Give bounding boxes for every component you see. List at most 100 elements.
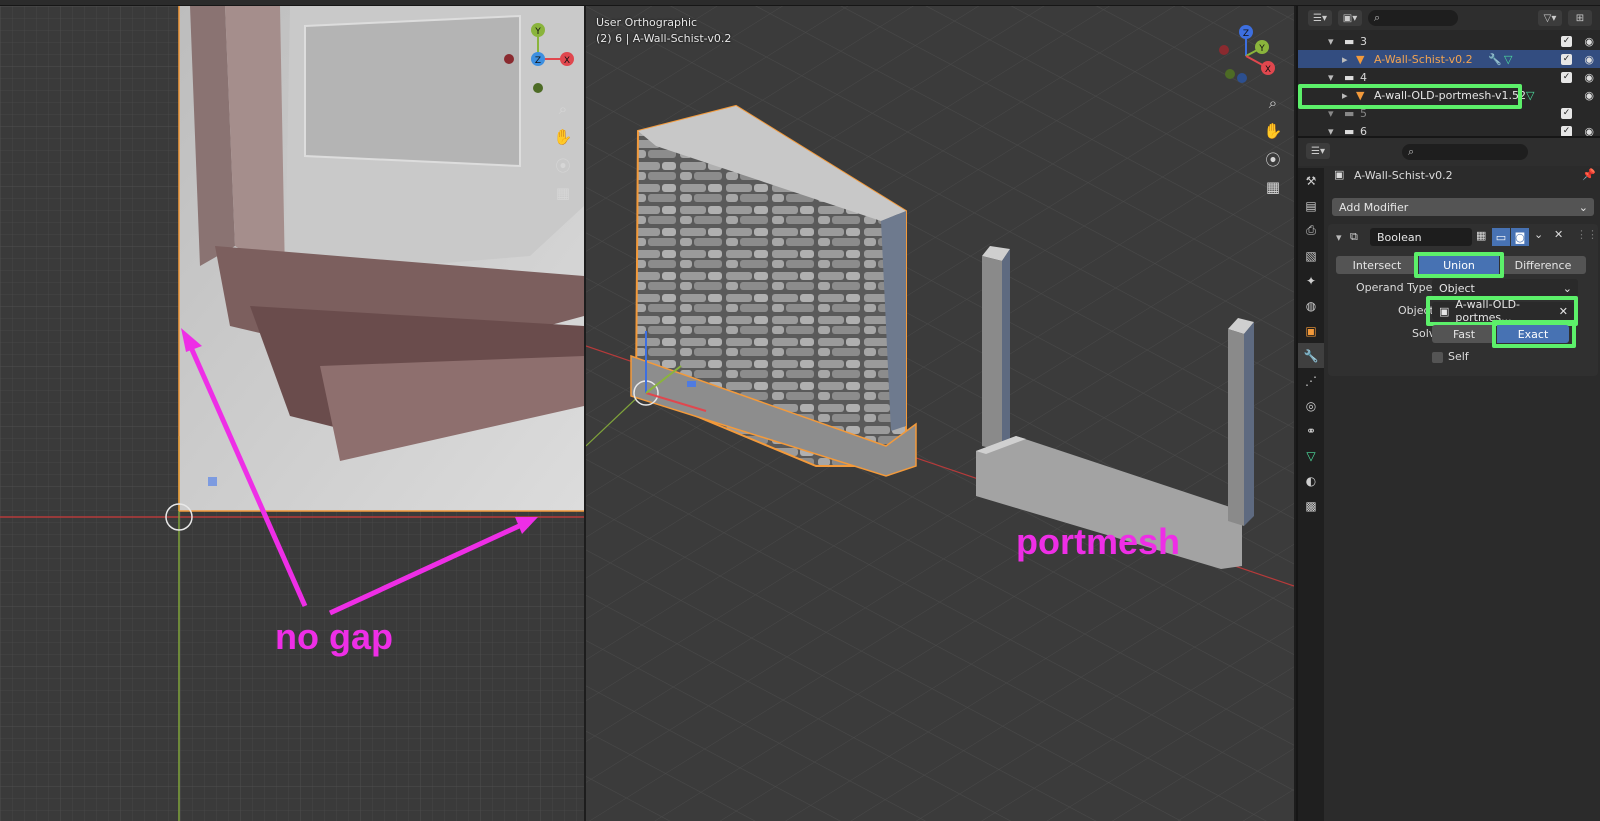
editor-type-icon[interactable]: ☰▾	[1308, 10, 1332, 26]
camera-icon[interactable]: ⦿	[1262, 148, 1284, 170]
outliner-row-collection[interactable]: ▾ ▬ 4 ✓ ◉	[1298, 68, 1600, 86]
main-3d-viewport[interactable]: User Orthographic (2) 6 | A-Wall-Schist-…	[586, 6, 1294, 821]
display-mode-icon[interactable]: ▣▾	[1338, 10, 1362, 26]
object-tab-icon[interactable]: ▣	[1298, 318, 1324, 343]
expand-arrow-icon[interactable]: ▾	[1328, 107, 1334, 120]
outliner-search-input[interactable]: ⌕	[1368, 10, 1458, 26]
mesh-data-icon: ▽	[1504, 52, 1513, 66]
main-viewport-canvas	[586, 6, 1294, 821]
physics-tab-icon[interactable]: ◎	[1298, 393, 1324, 418]
eye-icon[interactable]: ◉	[1584, 71, 1594, 84]
checkbox-icon[interactable]: ✓	[1561, 35, 1572, 47]
properties-search-input[interactable]: ⌕	[1402, 144, 1528, 160]
svg-text:Y: Y	[1258, 44, 1265, 54]
chevron-down-icon: ⌄	[1562, 281, 1572, 295]
eye-icon[interactable]: ◉	[1584, 35, 1594, 48]
rock-shape	[304, 14, 521, 168]
checkbox-icon[interactable]: ✓	[1561, 107, 1572, 119]
checkbox-icon[interactable]: ✓	[1561, 53, 1572, 65]
navigation-gizmo[interactable]: Y Z X	[495, 16, 575, 96]
view-name-label: User Orthographic	[596, 16, 698, 29]
particles-tab-icon[interactable]: ⋰	[1298, 368, 1324, 393]
tool-tab-icon[interactable]: ⚒	[1298, 168, 1324, 193]
checkbox-icon[interactable]: ✓	[1561, 125, 1572, 136]
properties-panel[interactable]: ☰▾ ⌕ ⚒ ▤ ⎙ ▧ ✦ ◍ ▣ 🔧 ⋰ ◎ ⚭ ▽ ◐ ▩ ▣ A-Wal…	[1296, 136, 1600, 821]
editor-type-icon[interactable]: ☰▾	[1306, 143, 1330, 159]
self-checkbox[interactable]	[1432, 352, 1443, 363]
exact-solver-button[interactable]: Exact	[1497, 325, 1569, 343]
grid-icon[interactable]: ▦	[1262, 176, 1284, 198]
svg-text:Z: Z	[1243, 29, 1249, 39]
hand-pan-icon[interactable]: ✋	[552, 126, 574, 148]
mesh-object-icon: ▼	[1356, 52, 1365, 66]
operand-type-dropdown[interactable]: Object ⌄	[1432, 279, 1578, 297]
modifier-wrench-icon: 🔧	[1488, 52, 1502, 66]
output-tab-icon[interactable]: ⎙	[1298, 218, 1324, 243]
world-tab-icon[interactable]: ◍	[1298, 293, 1324, 318]
collection-icon: ▬	[1344, 70, 1355, 84]
add-modifier-dropdown[interactable]: Add Modifier ⌄	[1332, 198, 1594, 216]
new-collection-icon[interactable]: ⊞	[1568, 10, 1592, 26]
outliner-row-mesh[interactable]: ▸ ▼ A-wall-OLD-portmesh-v1.52 ▽ ◉	[1298, 86, 1600, 104]
drag-handle-icon[interactable]: ⋮⋮	[1576, 228, 1598, 241]
chevron-down-icon[interactable]: ⌄	[1534, 228, 1543, 241]
filter-icon[interactable]: ▽▾	[1538, 10, 1562, 26]
outliner-row-collection[interactable]: ▾ ▬ 5 ✓	[1298, 104, 1600, 122]
operand-type-label: Operand Type	[1356, 281, 1433, 294]
view-layer-tab-icon[interactable]: ▧	[1298, 243, 1324, 268]
expand-arrow-icon[interactable]: ▾	[1328, 125, 1334, 137]
mesh-object-icon: ▼	[1356, 88, 1365, 102]
intersect-button[interactable]: Intersect	[1336, 256, 1418, 274]
viewport-display-icon[interactable]: ▭	[1492, 228, 1510, 246]
annotation-portmesh: portmesh	[1016, 521, 1181, 562]
outliner-row-collection[interactable]: ▾ ▬ 3 ✓ ◉	[1298, 32, 1600, 50]
eye-icon[interactable]: ◉	[1584, 53, 1594, 66]
scene-tab-icon[interactable]: ✦	[1298, 268, 1324, 293]
data-tab-icon[interactable]: ▽	[1298, 443, 1324, 468]
texture-tab-icon[interactable]: ▩	[1298, 493, 1324, 518]
camera-icon[interactable]: ⦿	[552, 154, 574, 176]
collapse-arrow-icon[interactable]: ▾	[1336, 231, 1342, 244]
svg-text:X: X	[564, 56, 570, 66]
expand-arrow-icon[interactable]: ▸	[1342, 53, 1348, 66]
zoom-icon[interactable]: ⌕	[1262, 92, 1284, 114]
object-name: A-Wall-Schist-v0.2	[1354, 169, 1453, 182]
close-icon[interactable]: ✕	[1554, 228, 1563, 241]
collection-icon: ▬	[1344, 106, 1355, 120]
properties-tab-bar: ⚒ ▤ ⎙ ▧ ✦ ◍ ▣ 🔧 ⋰ ◎ ⚭ ▽ ◐ ▩	[1298, 168, 1324, 821]
navigation-gizmo[interactable]: Z Y X	[1206, 18, 1286, 88]
fast-solver-button[interactable]: Fast	[1432, 325, 1496, 343]
difference-button[interactable]: Difference	[1500, 256, 1586, 274]
expand-arrow-icon[interactable]: ▸	[1342, 89, 1348, 102]
object-picker-field[interactable]: ▣ A-wall-OLD-portmes... ✕	[1432, 298, 1574, 324]
outliner-panel[interactable]: ☰▾ ▣▾ ⌕ ▽▾ ⊞ ▾ ▬ 3 ✓ ◉ ▸ ▼ A-Wall-Schist-…	[1296, 6, 1600, 136]
render-tab-icon[interactable]: ▤	[1298, 193, 1324, 218]
outliner-header: ☰▾ ▣▾ ⌕ ▽▾ ⊞	[1298, 6, 1600, 30]
eye-icon[interactable]: ◉	[1584, 125, 1594, 137]
left-3d-viewport[interactable]: Y Z X ⌕ ✋ ⦿ ▦ no gap	[0, 6, 584, 821]
constraints-tab-icon[interactable]: ⚭	[1298, 418, 1324, 443]
material-tab-icon[interactable]: ◐	[1298, 468, 1324, 493]
outliner-row-mesh-selected[interactable]: ▸ ▼ A-Wall-Schist-v0.2 🔧 ▽ ✓ ◉	[1298, 50, 1600, 68]
outliner-row-collection[interactable]: ▾ ▬ 6 ✓ ◉	[1298, 122, 1600, 136]
modifier-name-field[interactable]: Boolean	[1370, 228, 1472, 246]
clear-icon[interactable]: ✕	[1559, 305, 1568, 318]
chevron-down-icon: ⌄	[1578, 200, 1588, 214]
expand-arrow-icon[interactable]: ▾	[1328, 35, 1334, 48]
union-button[interactable]: Union	[1419, 256, 1499, 274]
properties-header: ☰▾ ⌕	[1298, 138, 1600, 166]
eye-icon[interactable]: ◉	[1584, 89, 1594, 102]
expand-arrow-icon[interactable]: ▾	[1328, 71, 1334, 84]
svg-text:Z: Z	[535, 56, 541, 66]
render-camera-icon[interactable]: ◙	[1511, 228, 1529, 246]
edit-mode-icon[interactable]: ▦	[1476, 229, 1486, 242]
checkbox-icon[interactable]: ✓	[1561, 71, 1572, 83]
object-label: Object	[1398, 304, 1434, 317]
zoom-icon[interactable]: ⌕	[552, 98, 574, 120]
grid-icon[interactable]: ▦	[552, 182, 574, 204]
collection-icon: ▬	[1344, 124, 1355, 137]
modifier-tab-icon[interactable]: 🔧	[1298, 343, 1324, 368]
object-icon: ▣	[1439, 304, 1450, 318]
pin-icon[interactable]: 📌	[1582, 168, 1596, 181]
hand-pan-icon[interactable]: ✋	[1262, 120, 1284, 142]
